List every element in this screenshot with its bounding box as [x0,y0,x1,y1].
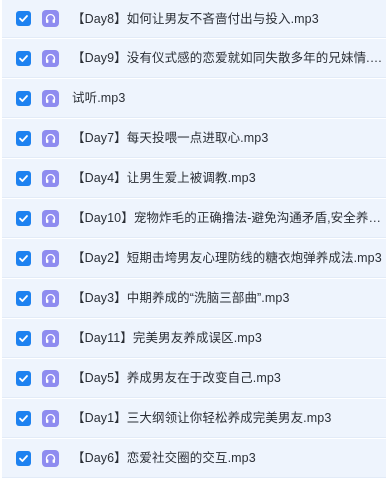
file-row[interactable]: 【Day4】让男生爱上被调教.mp3 [2,159,386,198]
checkbox-checked-icon[interactable] [16,90,31,106]
audio-file-icon [42,449,59,467]
file-name[interactable]: 【Day5】养成男友在于改变自己.mp3 [72,370,281,386]
checkbox-checked-icon[interactable] [16,330,31,346]
file-name[interactable]: 试听.mp3 [72,90,125,106]
checkbox-checked-icon[interactable] [16,130,31,146]
file-row[interactable]: 【Day6】恋爱社交圈的交互.mp3 [2,439,386,478]
file-name[interactable]: 【Day10】宠物炸毛的正确撸法-避免沟通矛盾,安全养成... [72,210,384,226]
checkbox-checked-icon[interactable] [16,11,31,26]
file-name[interactable]: 【Day8】如何让男友不吝啬付出与投入.mp3 [72,11,319,27]
checkbox-checked-icon[interactable] [16,250,31,266]
file-name[interactable]: 【Day7】每天投喂一点进取心.mp3 [72,130,268,146]
audio-file-icon [42,169,59,187]
audio-file-icon [42,209,59,227]
checkbox-checked-icon[interactable] [16,450,31,466]
file-name[interactable]: 【Day11】完美男友养成误区.mp3 [72,330,262,346]
checkbox-checked-icon[interactable] [16,370,31,386]
file-row[interactable]: 【Day11】完美男友养成误区.mp3 [2,319,386,358]
file-row[interactable]: 【Day5】养成男友在于改变自己.mp3 [2,359,386,398]
audio-file-icon [42,89,59,107]
file-row[interactable]: 试听.mp3 [2,79,386,118]
file-row[interactable]: 【Day3】中期养成的“洗脑三部曲”.mp3 [2,279,386,318]
file-row[interactable]: 【Day10】宠物炸毛的正确撸法-避免沟通矛盾,安全养成... [2,199,386,238]
checkbox-checked-icon[interactable] [16,50,31,66]
file-name[interactable]: 【Day6】恋爱社交圈的交互.mp3 [72,450,256,466]
checkbox-checked-icon[interactable] [16,210,31,226]
audio-file-icon [42,10,59,27]
checkbox-checked-icon[interactable] [16,290,31,306]
file-row[interactable]: 【Day2】短期击垮男友心理防线的糖衣炮弹养成法.mp3 [2,239,386,278]
audio-file-icon [42,289,59,307]
audio-file-icon [42,409,59,427]
audio-file-icon [42,329,59,347]
file-list: 【Day8】如何让男友不吝啬付出与投入.mp3 【Day9】没有仪式感的恋爱就如同… [0,0,390,484]
checkbox-checked-icon[interactable] [16,170,31,186]
audio-file-icon [42,249,59,267]
audio-file-icon [42,369,59,387]
file-name[interactable]: 【Day4】让男生爱上被调教.mp3 [72,170,256,186]
checkbox-checked-icon[interactable] [16,410,31,426]
file-name[interactable]: 【Day2】短期击垮男友心理防线的糖衣炮弹养成法.mp3 [72,250,382,266]
file-name[interactable]: 【Day3】中期养成的“洗脑三部曲”.mp3 [72,290,290,306]
file-row[interactable]: 【Day7】每天投喂一点进取心.mp3 [2,119,386,158]
audio-file-icon [42,129,59,147]
file-row[interactable]: 【Day8】如何让男友不吝啬付出与投入.mp3 [2,0,386,38]
file-name[interactable]: 【Day9】没有仪式感的恋爱就如同失散多年的兄妹情.mp3 [72,50,384,66]
audio-file-icon [42,49,59,67]
file-name[interactable]: 【Day1】三大纲领让你轻松养成完美男友.mp3 [72,410,331,426]
file-row[interactable]: 【Day9】没有仪式感的恋爱就如同失散多年的兄妹情.mp3 [2,39,386,78]
file-row[interactable]: 【Day1】三大纲领让你轻松养成完美男友.mp3 [2,399,386,438]
